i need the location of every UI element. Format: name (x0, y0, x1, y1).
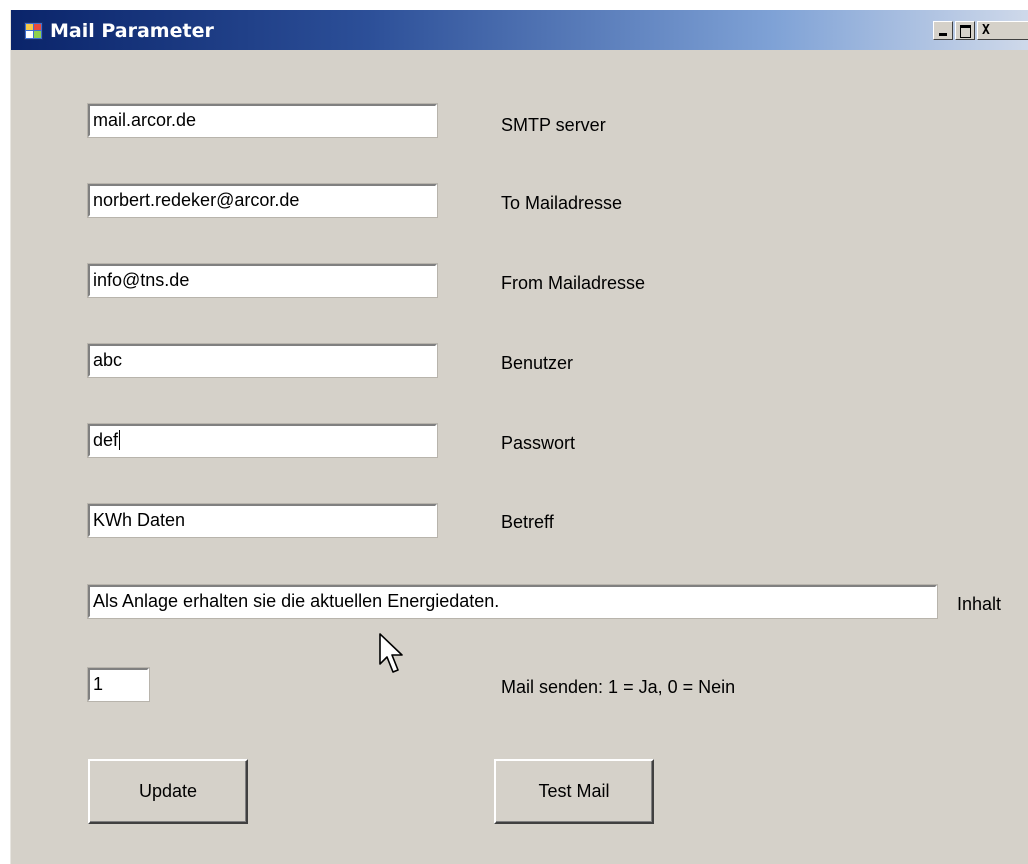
user-input[interactable]: abc (87, 343, 438, 378)
minimize-button[interactable] (933, 21, 953, 40)
send-mail-label: Mail senden: 1 = Ja, 0 = Nein (501, 677, 736, 697)
mouse-pointer-icon (379, 633, 403, 673)
update-button[interactable]: Update (88, 759, 248, 824)
password-value: def (93, 430, 119, 450)
content-input[interactable]: Als Anlage erhalten sie die aktuellen En… (87, 584, 938, 619)
password-label: Passwort (501, 433, 576, 453)
user-label: Benutzer (501, 353, 574, 373)
from-address-label: From Mailadresse (501, 273, 646, 293)
smtp-server-label: SMTP server (501, 115, 606, 135)
window-title: Mail Parameter (50, 20, 214, 42)
text-caret (119, 430, 121, 450)
subject-input[interactable]: KWh Daten (87, 503, 438, 538)
to-address-label: To Mailadresse (501, 193, 623, 213)
smtp-server-input[interactable]: mail.arcor.de (87, 103, 438, 138)
send-mail-input[interactable]: 1 (87, 667, 150, 702)
close-icon: X (982, 23, 990, 38)
subject-label: Betreff (501, 512, 554, 532)
password-input[interactable]: def (87, 423, 438, 458)
close-button[interactable]: X (977, 21, 1028, 40)
maximize-button[interactable] (955, 21, 975, 40)
from-address-input[interactable]: info@tns.de (87, 263, 438, 298)
title-bar[interactable]: Mail Parameter X (11, 10, 1028, 50)
mail-parameter-window: Mail Parameter X mail.arcor.de SMTP serv… (10, 10, 1028, 864)
maximize-icon (960, 25, 971, 38)
minimize-icon (939, 33, 947, 36)
test-mail-button[interactable]: Test Mail (494, 759, 654, 824)
content-label: Inhalt (957, 594, 1002, 614)
to-address-input[interactable]: norbert.redeker@arcor.de (87, 183, 438, 218)
app-form-icon[interactable] (24, 22, 43, 40)
